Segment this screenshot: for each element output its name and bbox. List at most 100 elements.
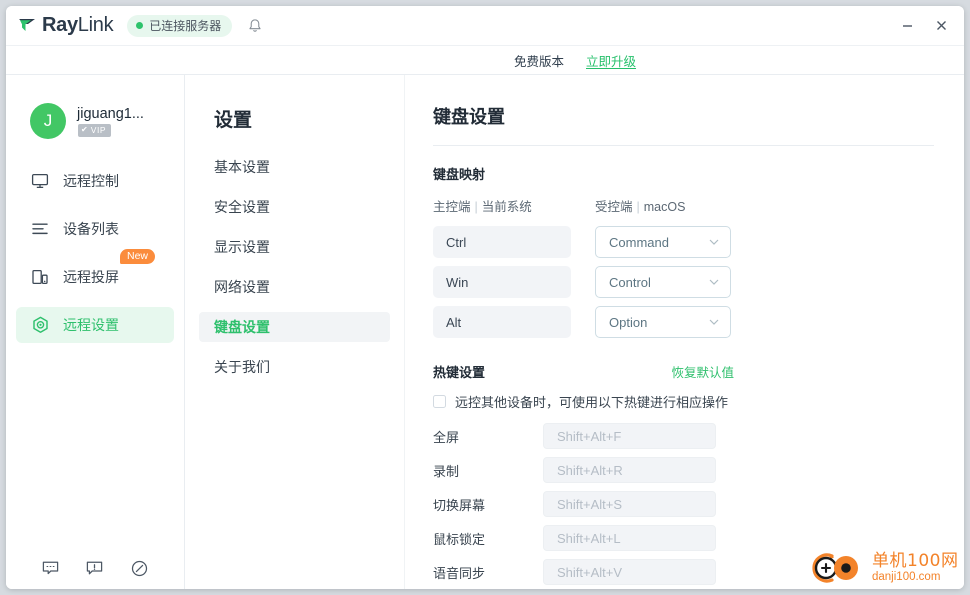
- app-window: RayLink 已连接服务器 免费版本 立即升级 J jiguang1... ✔…: [6, 6, 964, 589]
- minimize-icon: [902, 25, 912, 27]
- hotkey-input[interactable]: Shift+Alt+V: [543, 559, 716, 585]
- settings-menu-title: 设置: [214, 110, 253, 131]
- hotkey-input[interactable]: Shift+Alt+L: [543, 525, 716, 551]
- user-profile[interactable]: J jiguang1... ✔ VIP: [6, 75, 184, 149]
- hotkey-row-record: 录制 Shift+Alt+R: [433, 455, 934, 485]
- hotkey-section-title: 热键设置: [433, 365, 486, 380]
- hotkey-input[interactable]: Shift+Alt+R: [543, 457, 716, 483]
- client-value: macOS: [643, 200, 686, 214]
- connection-status-badge: 已连接服务器: [127, 14, 233, 37]
- restore-defaults-link[interactable]: 恢复默认值: [671, 362, 734, 381]
- app-logo: RayLink: [18, 14, 114, 37]
- settings-item-security[interactable]: 安全设置: [199, 192, 390, 222]
- sidebar-label: 远程投屏: [63, 269, 119, 285]
- vip-label: VIP: [90, 124, 107, 135]
- select-value: Command: [609, 234, 669, 250]
- title-divider: [433, 145, 934, 146]
- free-version-label: 免费版本: [513, 54, 564, 69]
- upgrade-now-link[interactable]: 立即升级: [586, 51, 636, 70]
- hotkey-label: 全屏: [433, 429, 460, 445]
- raylink-logo-icon: [19, 18, 35, 31]
- sidebar: J jiguang1... ✔ VIP 远程控制 设备列表 远程投屏 New 远…: [6, 75, 185, 589]
- client-key-select-control[interactable]: Control: [595, 266, 731, 298]
- sidebar-item-remote-settings[interactable]: 远程设置: [16, 307, 174, 343]
- sidebar-label: 设备列表: [63, 221, 119, 237]
- minimize-button[interactable]: [890, 11, 924, 41]
- content-inner: 键盘设置 键盘映射 主控端 | 当前系统 Ctrl Win Alt 受控端 | …: [405, 103, 964, 589]
- head-separator: |: [636, 200, 640, 214]
- hotkey-label: 录制: [433, 463, 460, 479]
- host-key-alt: Alt: [433, 306, 571, 338]
- client-key-select-option[interactable]: Option: [595, 306, 731, 338]
- status-label: 已连接服务器: [149, 19, 222, 33]
- watermark-logo-icon: [812, 553, 858, 583]
- chevron-down-icon: [709, 239, 719, 245]
- logo-text-link: Link: [77, 14, 114, 36]
- watermark: 单机100网 danji100.com: [810, 547, 962, 589]
- sidebar-bottom-icons: [6, 557, 184, 579]
- hotkey-enable-row[interactable]: 远控其他设备时，可使用以下热键进行相应操作: [433, 392, 934, 411]
- sidebar-item-remote-cast[interactable]: 远程投屏 New: [16, 249, 174, 295]
- client-key-select-command[interactable]: Command: [595, 226, 731, 258]
- settings-item-about[interactable]: 关于我们: [199, 352, 390, 382]
- chevron-down-icon: [709, 279, 719, 285]
- vip-badge: ✔ VIP: [78, 123, 112, 137]
- username-label: jiguang1...: [77, 105, 144, 122]
- close-button[interactable]: [924, 11, 958, 41]
- hotkey-input[interactable]: Shift+Alt+F: [543, 423, 716, 449]
- compass-icon[interactable]: [129, 557, 151, 579]
- sidebar-label: 远程设置: [63, 317, 119, 333]
- gear-hex-icon: [30, 315, 50, 335]
- profile-text: jiguang1... ✔ VIP: [77, 106, 144, 137]
- logo-text: RayLink: [42, 14, 114, 37]
- hotkey-label: 切换屏幕: [433, 497, 486, 513]
- keyboard-mapping-grid: 主控端 | 当前系统 Ctrl Win Alt 受控端 | macOS Command: [433, 196, 934, 346]
- settings-item-keyboard[interactable]: 键盘设置: [199, 312, 390, 342]
- app-body: J jiguang1... ✔ VIP 远程控制 设备列表 远程投屏 New 远…: [6, 75, 964, 589]
- logo-text-ray: Ray: [42, 14, 78, 36]
- hotkey-header: 热键设置 恢复默认值: [433, 362, 934, 381]
- sidebar-label: 远程控制: [63, 173, 119, 189]
- host-key-ctrl: Ctrl: [433, 226, 571, 258]
- status-dot-icon: [136, 22, 144, 29]
- hotkey-row-fullscreen: 全屏 Shift+Alt+F: [433, 421, 934, 451]
- list-icon: [30, 219, 50, 239]
- client-label: 受控端: [595, 200, 633, 214]
- close-icon: [936, 21, 946, 30]
- settings-menu: 设置 基本设置 安全设置 显示设置 网络设置 键盘设置 关于我们: [185, 75, 405, 589]
- settings-item-basic[interactable]: 基本设置: [199, 152, 390, 182]
- client-column: 受控端 | macOS Command Control Option: [595, 196, 731, 346]
- new-badge: New: [120, 249, 156, 264]
- head-separator: |: [474, 200, 478, 214]
- host-key-win: Win: [433, 266, 571, 298]
- avatar: J: [30, 103, 66, 139]
- keyboard-mapping-title: 键盘映射: [433, 167, 486, 182]
- watermark-text: 单机100网 danji100.com: [872, 550, 959, 584]
- upgrade-bar: 免费版本 立即升级: [6, 46, 964, 75]
- hotkey-label: 鼠标锁定: [433, 531, 486, 547]
- hotkey-input[interactable]: Shift+Alt+S: [543, 491, 716, 517]
- hotkey-enable-checkbox[interactable]: [433, 395, 446, 408]
- settings-item-display[interactable]: 显示设置: [199, 232, 390, 262]
- chat-icon[interactable]: [39, 557, 61, 579]
- watermark-en: danji100.com: [872, 570, 941, 583]
- hotkey-row-switch-screen: 切换屏幕 Shift+Alt+S: [433, 489, 934, 519]
- hotkey-enable-label: 远控其他设备时，可使用以下热键进行相应操作: [455, 395, 729, 410]
- host-value: 当前系统: [481, 200, 532, 214]
- watermark-cn: 单机100网: [872, 550, 959, 571]
- host-label: 主控端: [433, 200, 471, 214]
- page-title: 键盘设置: [433, 107, 505, 127]
- select-value: Option: [609, 314, 648, 330]
- chevron-down-icon: [709, 319, 719, 325]
- sidebar-item-remote-control[interactable]: 远程控制: [16, 163, 174, 199]
- monitor-icon: [30, 171, 50, 191]
- sidebar-item-device-list[interactable]: 设备列表: [16, 211, 174, 247]
- title-bar: RayLink 已连接服务器: [6, 6, 964, 46]
- settings-item-network[interactable]: 网络设置: [199, 272, 390, 302]
- host-column: 主控端 | 当前系统 Ctrl Win Alt: [433, 196, 571, 346]
- select-value: Control: [609, 274, 651, 290]
- bell-icon[interactable]: [246, 17, 264, 35]
- cast-icon: [30, 267, 50, 287]
- hotkey-label: 语音同步: [433, 565, 486, 581]
- feedback-icon[interactable]: [84, 557, 106, 579]
